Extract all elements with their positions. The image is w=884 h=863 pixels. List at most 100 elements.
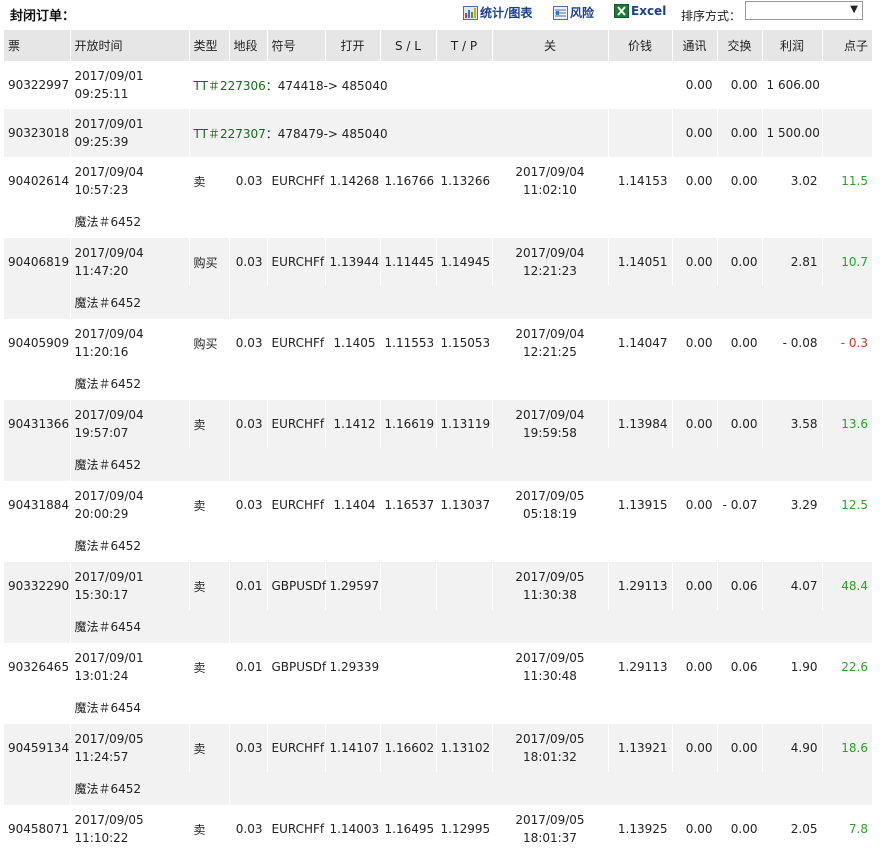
ticket-cell: 90332290 <box>4 562 70 610</box>
pips-cell: 48.4 <box>821 562 872 610</box>
lots-cell: 0.01 <box>228 643 267 691</box>
col-ticket[interactable]: 票 <box>4 30 70 61</box>
type-cell: 卖 <box>188 157 229 205</box>
profit-cell: 1 606.00 <box>761 61 822 109</box>
type-cell: 购买 <box>188 319 229 367</box>
lots-cell: 0.03 <box>228 319 267 367</box>
col-lots[interactable]: 地段 <box>228 30 267 61</box>
ticket-cell: 90406819 <box>4 238 70 286</box>
open-time: 10:57:23 <box>74 183 129 197</box>
swap-cell: 0.00 <box>716 157 762 205</box>
balance-row[interactable]: 90323018 2017/09/01 09:25:39 TT＃227307：4784… <box>4 109 872 157</box>
sl-cell: 1.11553 <box>379 319 436 367</box>
col-profit[interactable]: 利润 <box>761 30 822 61</box>
excel-icon <box>614 4 629 18</box>
open-date: 2017/09/04 <box>74 165 144 179</box>
close-date: 2017/09/04 <box>515 246 585 260</box>
price-cell: 1.13915 <box>607 481 672 529</box>
open-date: 2017/09/04 <box>74 408 144 422</box>
col-commission[interactable]: 通讯 <box>671 30 717 61</box>
profit-cell: 3.02 <box>761 157 822 205</box>
pips-cell: 7.8 <box>821 805 872 853</box>
empty-cell <box>4 529 70 562</box>
open-time-cell: 2017/09/01 15:30:17 <box>69 562 189 610</box>
order-magic-row: 魔法＃6452 <box>4 448 872 481</box>
close-time: 11:02:10 <box>523 183 577 197</box>
sl-cell: 1.16619 <box>379 400 436 448</box>
stats-chart-label: 统计/图表 <box>480 6 533 20</box>
order-row[interactable]: 90459134 2017/09/05 11:24:57 卖 0.03 EURCHFf 1.… <box>4 724 872 772</box>
pips-cell <box>821 61 872 109</box>
order-row[interactable]: 90431884 2017/09/04 20:00:29 卖 0.03 EURCHFf 1.… <box>4 481 872 529</box>
empty-cell <box>228 367 872 400</box>
open-date: 2017/09/05 <box>74 813 144 827</box>
open-price-cell: 1.14003 <box>324 805 380 853</box>
close-time-cell: 2017/09/04 12:21:23 <box>491 238 608 286</box>
close-date: 2017/09/04 <box>515 165 585 179</box>
closed-orders-table: 票 开放时间 类型 地段 符号 打开 S / L T / P 关 价钱 通讯 交… <box>4 30 872 853</box>
open-time-cell: 2017/09/05 11:24:57 <box>69 724 189 772</box>
close-time-cell: 2017/09/04 19:59:58 <box>491 400 608 448</box>
pips-cell: 10.7 <box>821 238 872 286</box>
col-type[interactable]: 类型 <box>188 30 229 61</box>
col-swap[interactable]: 交换 <box>716 30 762 61</box>
order-magic-row: 魔法＃6452 <box>4 367 872 400</box>
close-date: 2017/09/05 <box>515 489 585 503</box>
ticket-cell: 90431366 <box>4 400 70 448</box>
swap-cell: 0.00 <box>716 109 762 157</box>
sl-cell: 1.11445 <box>379 238 436 286</box>
open-time: 15:30:17 <box>74 588 129 602</box>
risk-link[interactable]: 风险 <box>553 4 594 21</box>
col-close[interactable]: 关 <box>491 30 608 61</box>
swap-cell: 0.00 <box>716 805 762 853</box>
close-time-cell: 2017/09/04 11:02:10 <box>491 157 608 205</box>
col-open-time[interactable]: 开放时间 <box>69 30 189 61</box>
col-symbol[interactable]: 符号 <box>266 30 325 61</box>
empty-cell <box>228 205 872 238</box>
tp-cell: 1.13102 <box>435 724 492 772</box>
open-price-cell: 1.29339 <box>324 643 380 691</box>
close-time: 18:01:32 <box>523 750 577 764</box>
order-row[interactable]: 90332290 2017/09/01 15:30:17 卖 0.01 GBPUSDf 1.… <box>4 562 872 610</box>
col-price[interactable]: 价钱 <box>607 30 672 61</box>
swap-cell: 0.00 <box>716 61 762 109</box>
pips-cell: - 0.3 <box>821 319 872 367</box>
lots-cell: 0.03 <box>228 157 267 205</box>
excel-export-link[interactable]: Excel <box>614 4 666 18</box>
lots-cell: 0.03 <box>228 481 267 529</box>
stats-chart-link[interactable]: 统计/图表 <box>463 4 532 21</box>
tp-cell: 1.13119 <box>435 400 492 448</box>
open-time: 13:01:24 <box>74 669 129 683</box>
open-time-cell: 2017/09/04 20:00:29 <box>69 481 189 529</box>
order-row[interactable]: 90402614 2017/09/04 10:57:23 卖 0.03 EURCHFf 1.… <box>4 157 872 205</box>
close-date: 2017/09/05 <box>515 570 585 584</box>
col-pips[interactable]: 点子 <box>821 30 872 61</box>
symbol-cell: EURCHFf <box>266 400 325 448</box>
open-price-cell: 1.1412 <box>324 400 380 448</box>
close-time: 12:21:25 <box>523 345 577 359</box>
order-row[interactable]: 90406819 2017/09/04 11:47:20 购买 0.03 EURCHFf 1… <box>4 238 872 286</box>
table-header-row: 票 开放时间 类型 地段 符号 打开 S / L T / P 关 价钱 通讯 交… <box>4 30 872 61</box>
order-magic-row: 魔法＃6454 <box>4 691 872 724</box>
order-row[interactable]: 90431366 2017/09/04 19:57:07 卖 0.03 EURCHFf 1.… <box>4 400 872 448</box>
sort-select[interactable]: ▼ <box>745 1 863 20</box>
tp-cell <box>435 562 492 610</box>
order-row[interactable]: 90405909 2017/09/04 11:20:16 购买 0.03 EURCHFf 1… <box>4 319 872 367</box>
col-open-price[interactable]: 打开 <box>324 30 380 61</box>
balance-desc: ：478479-> 485040 <box>265 126 388 141</box>
commission-cell: 0.00 <box>671 400 717 448</box>
col-sl[interactable]: S / L <box>379 30 436 61</box>
dropdown-arrow-icon: ▼ <box>850 4 858 15</box>
type-cell: 卖 <box>188 724 229 772</box>
type-cell: 购买 <box>188 238 229 286</box>
price-cell: 1.29113 <box>607 643 672 691</box>
magic-cell: 魔法＃6452 <box>69 367 229 400</box>
balance-row[interactable]: 90322997 2017/09/01 09:25:11 TT＃227306：4744… <box>4 61 872 109</box>
order-row[interactable]: 90458071 2017/09/05 11:10:22 卖 0.03 EURCHFf 1.… <box>4 805 872 853</box>
tt-label: TT＃227307 <box>193 126 266 141</box>
col-tp[interactable]: T / P <box>435 30 492 61</box>
ticket-cell: 90431884 <box>8 498 70 512</box>
order-row[interactable]: 90326465 2017/09/01 13:01:24 卖 0.01 GBPUSDf 1.… <box>4 643 872 691</box>
ticket-cell: 90458071 <box>8 822 70 836</box>
swap-cell: 0.00 <box>716 724 762 772</box>
